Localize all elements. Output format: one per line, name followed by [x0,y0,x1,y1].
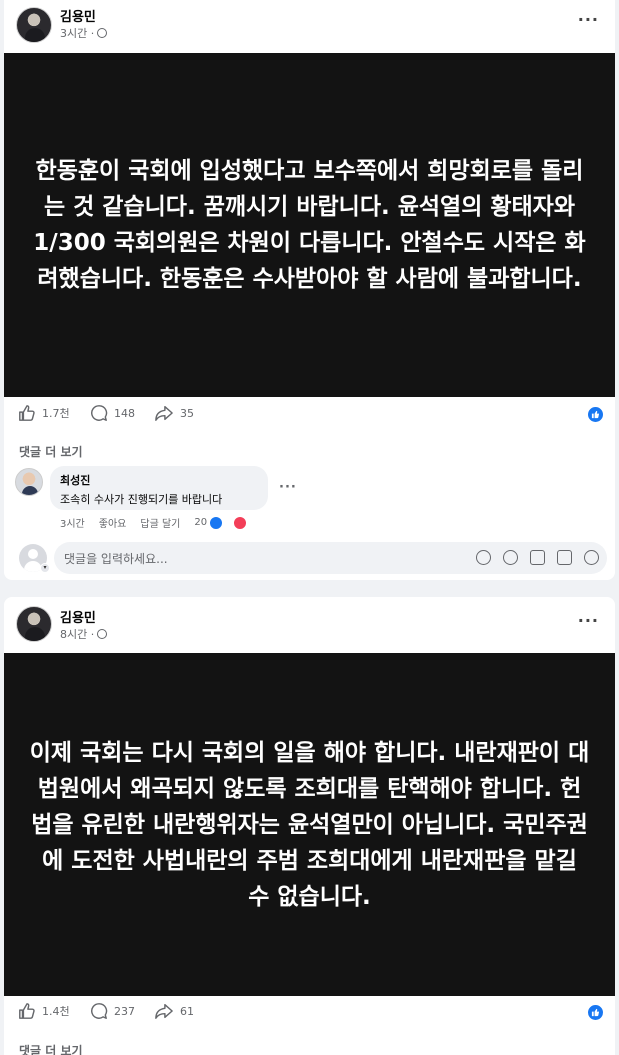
comment-input[interactable]: 댓글을 입력하세요... [54,542,607,574]
like-count: 1.4천 [42,1005,70,1018]
chevron-down-icon[interactable]: ▾ [40,563,50,573]
post-image-text: 한동훈이 국회에 입성했다고 보수쪽에서 희망회로를 돌리는 것 같습니다. 꿈… [33,158,586,292]
share-button[interactable]: 61 [154,1002,194,1020]
share-count: 61 [180,1004,194,1018]
share-count: 35 [180,406,194,420]
like-icon [19,1003,35,1019]
author-name[interactable]: 김용민 [60,607,96,626]
post-header: 김용민 3시간 · ··· [4,0,615,52]
comment-bubble: 최성진 조속히 수사가 진행되기를 바랍니다 [50,466,268,510]
comment-count: 237 [114,1004,135,1018]
comment-button[interactable]: 148 [90,404,135,422]
globe-icon [97,28,108,38]
post-image-text: 이제 국회는 다시 국회의 일을 해야 합니다. 내란재판이 대법원에서 왜곡되… [29,739,590,910]
like-button[interactable]: 1.4천 [18,1002,70,1020]
love-reaction-icon [233,515,248,530]
comment-input-placeholder: 댓글을 입력하세요... [64,551,168,566]
more-icon[interactable]: ··· [578,611,599,630]
post-time[interactable]: 8시간 · [60,626,94,642]
post-image[interactable]: 이제 국회는 다시 국회의 일을 해야 합니다. 내란재판이 대법원에서 왜곡되… [4,653,615,996]
gif-icon[interactable] [557,550,572,565]
post-card: 김용민 3시간 · ··· 한동훈이 국회에 입성했다고 보수쪽에서 희망회로를… [4,0,615,580]
comment-reactions[interactable] [209,515,261,530]
comment-icon [91,405,108,421]
like-reaction-icon[interactable] [588,1005,603,1020]
commenter-avatar[interactable] [15,468,43,496]
like-reaction-icon [209,515,224,530]
share-icon [155,405,173,421]
comment-more-icon[interactable]: ··· [279,480,297,495]
comment-reply-button[interactable]: 답글 달기 [140,515,180,530]
emoji-icon[interactable] [503,550,518,565]
avatar-sticker-icon[interactable] [476,550,491,565]
commenter-name[interactable]: 최성진 [60,472,258,488]
more-icon[interactable]: ··· [578,10,599,29]
like-button[interactable]: 1.7천 [18,404,70,422]
author-avatar[interactable] [16,7,52,43]
share-icon [155,1003,173,1019]
author-name[interactable]: 김용민 [60,6,96,25]
post-meta: 8시간 · [60,626,108,642]
post-card: 김용민 8시간 · ··· 이제 국회는 다시 국회의 일을 해야 합니다. 내… [4,597,615,1055]
comment-time[interactable]: 3시간 [60,515,85,530]
like-icon [19,405,35,421]
camera-icon[interactable] [530,550,545,565]
author-avatar[interactable] [16,606,52,642]
share-button[interactable]: 35 [154,404,194,422]
comment-button[interactable]: 237 [90,1002,135,1020]
sticker-icon[interactable] [584,550,599,565]
action-bar: 1.7천 148 35 [4,402,615,432]
like-reaction-icon[interactable] [588,407,603,422]
view-more-comments[interactable]: 댓글 더 보기 [19,1042,83,1055]
view-more-comments[interactable]: 댓글 더 보기 [19,443,83,460]
post-meta: 3시간 · [60,25,108,41]
comment-like-button[interactable]: 좋아요 [99,515,127,530]
comment-footer: 3시간 좋아요 답글 달기 20 [60,515,261,530]
post-image[interactable]: 한동훈이 국회에 입성했다고 보수쪽에서 희망회로를 돌리는 것 같습니다. 꿈… [4,53,615,397]
globe-icon [97,629,108,639]
action-bar: 1.4천 237 61 [4,1000,615,1030]
comment-icon [91,1003,108,1019]
like-count: 1.7천 [42,407,70,420]
post-time[interactable]: 3시간 · [60,25,94,41]
input-icon-group [476,550,599,565]
comment-count: 148 [114,406,135,420]
post-header: 김용민 8시간 · ··· [4,597,615,649]
comment-reaction-count: 20 [194,517,208,528]
comment-text: 조속히 수사가 진행되기를 바랍니다 [60,493,223,506]
